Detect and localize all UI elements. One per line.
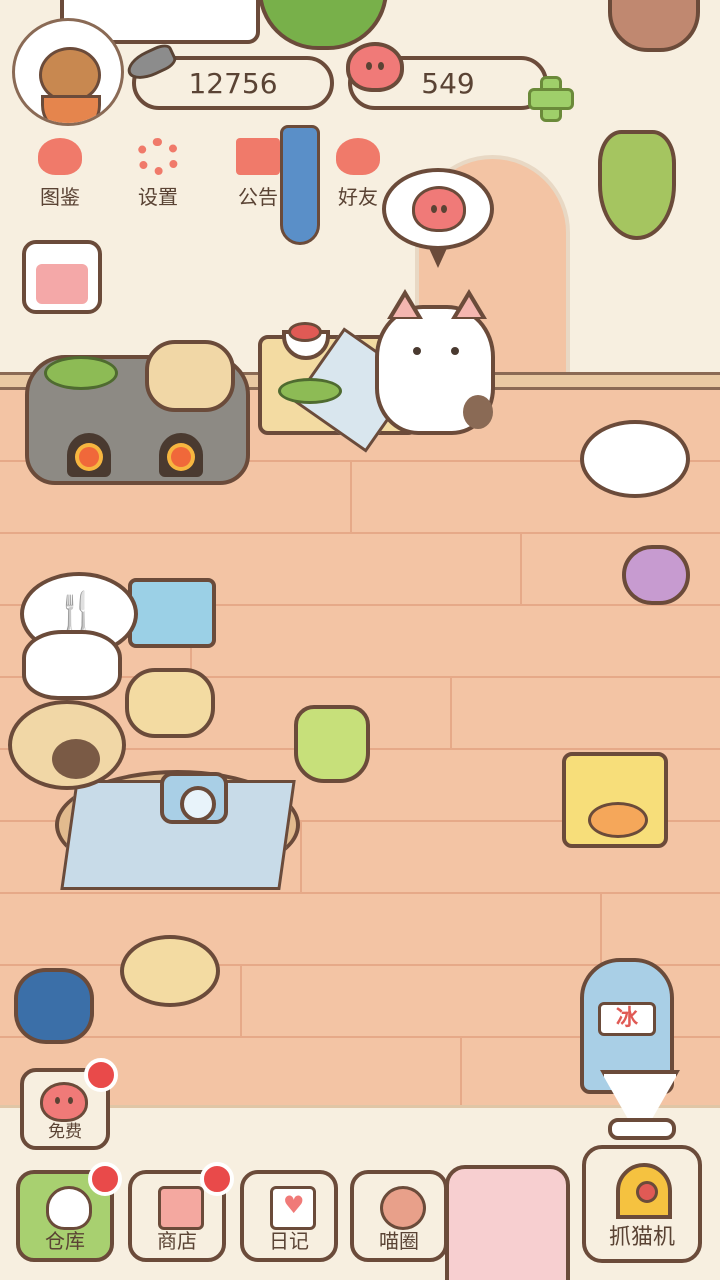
notification-badge: [84, 1058, 118, 1092]
add-hearts-button[interactable]: [526, 74, 574, 122]
blue-pot-stove[interactable]: [128, 578, 216, 648]
pink-pants: [445, 1165, 570, 1280]
cat-planet-icon: [380, 1186, 426, 1230]
floor-seam: [600, 894, 602, 964]
claw-machine-button[interactable]: 抓猫机: [582, 1145, 702, 1263]
heart-icon: [40, 1082, 88, 1122]
leaf-bundle: [44, 356, 118, 390]
claw-icon: [616, 1163, 672, 1219]
menu-announcement[interactable]: 公告: [218, 130, 298, 210]
floor-seam: [300, 822, 302, 892]
leaf-basket[interactable]: [125, 668, 215, 738]
avatar-cone: [41, 95, 101, 123]
claw-label: 抓猫机: [608, 1225, 675, 1250]
heart-count: 549: [421, 66, 475, 100]
shop-icon: [158, 1186, 204, 1230]
floor-seam: [350, 462, 352, 532]
pizza-box[interactable]: [562, 752, 668, 848]
wrapped-bundle[interactable]: [14, 968, 94, 1044]
floor-seam: [460, 1038, 462, 1108]
cat-calico[interactable]: [375, 289, 495, 435]
diary-icon: [270, 1186, 316, 1230]
pizza: [588, 802, 648, 838]
warehouse-icon: [46, 1186, 92, 1230]
calendar-icon[interactable]: [22, 240, 102, 314]
floor-seam: [240, 966, 242, 1036]
green-pot[interactable]: [294, 705, 370, 783]
bamboo-steamer[interactable]: [145, 340, 235, 412]
cat-face: [52, 739, 100, 779]
macaron[interactable]: [622, 545, 690, 605]
notification-badge: [200, 1162, 234, 1196]
notification-badge: [88, 1162, 122, 1196]
heart-icon: [346, 42, 404, 92]
menu-label: 设置: [138, 185, 178, 209]
friends-icon: [336, 138, 380, 175]
heart-icon: [412, 186, 466, 232]
heart-speech-bubble[interactable]: [382, 168, 494, 268]
cat-siamese[interactable]: [8, 700, 126, 790]
menu-collection[interactable]: 图鉴: [20, 130, 100, 210]
camera[interactable]: [160, 772, 228, 824]
nav-diary[interactable]: 日记: [240, 1170, 338, 1262]
cat-white[interactable]: [22, 630, 122, 700]
menu-settings[interactable]: 设置: [118, 130, 198, 210]
player-avatar[interactable]: [12, 18, 124, 126]
cat-eye: [413, 347, 421, 355]
cat-ear: [451, 289, 487, 319]
cat-eye: [451, 347, 459, 355]
leaf-bundle: [278, 378, 342, 404]
menu-label: 公告: [238, 185, 278, 209]
menu-label: 图鉴: [40, 185, 80, 209]
cat-book-icon: [38, 138, 82, 175]
gift-icon: [236, 138, 280, 175]
fire-icon: [67, 433, 111, 477]
woven-cat-bed[interactable]: [120, 935, 220, 1007]
cat-ear: [387, 289, 423, 319]
floor-seam: [520, 534, 522, 604]
white-hat[interactable]: [580, 420, 690, 498]
ice-sign: 冰: [598, 1002, 656, 1036]
floor-seam: [450, 678, 452, 748]
fish-count: 12756: [188, 66, 278, 100]
claw-chute-base: [608, 1118, 676, 1140]
gear-icon: [136, 138, 180, 175]
nav-cat-circle[interactable]: 喵圈: [350, 1170, 448, 1262]
hanging-herbs[interactable]: [598, 130, 676, 240]
red-bowl: [288, 322, 322, 342]
fire-icon: [159, 433, 203, 477]
cat-patch: [463, 395, 493, 429]
menu-label: 好友: [338, 185, 378, 209]
fork-knife-icon: 🍴: [54, 591, 99, 632]
